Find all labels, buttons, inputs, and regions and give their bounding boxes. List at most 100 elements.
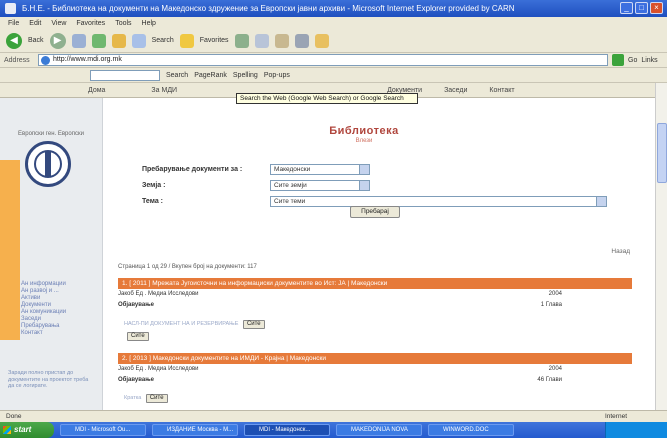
forward-arrow-icon[interactable]: ▶ bbox=[49, 32, 66, 49]
back-link[interactable]: Назад bbox=[611, 248, 630, 255]
status-text: Done bbox=[6, 413, 22, 420]
close-button[interactable]: × bbox=[650, 2, 663, 14]
language-select[interactable]: Македонски bbox=[270, 164, 370, 175]
history-icon[interactable] bbox=[254, 33, 269, 48]
result-year: 2004 bbox=[548, 366, 562, 372]
refresh-icon[interactable] bbox=[91, 33, 106, 48]
search-icon[interactable] bbox=[131, 33, 146, 48]
menu-help[interactable]: Help bbox=[142, 20, 156, 27]
address-url: http://www.mdi.org.mk bbox=[53, 56, 122, 63]
result-title[interactable]: 2. [ 2013 ] Македонски документите на ИМ… bbox=[118, 353, 632, 364]
vertical-scrollbar[interactable] bbox=[655, 83, 667, 410]
ie-icon bbox=[5, 3, 16, 14]
popups-button[interactable]: Pop-ups bbox=[264, 72, 290, 79]
google-toolbar: Search PageRank Spelling Pop-ups bbox=[0, 68, 667, 83]
pagerank-label[interactable]: PageRank bbox=[194, 72, 227, 79]
nav-events[interactable]: Заседи bbox=[444, 87, 467, 94]
taskbar-item[interactable]: MAKEDONIJA NOVA bbox=[336, 424, 422, 436]
taskbar: start MDI - Microsoft Ou... ИЗДАНИЕ Моск… bbox=[0, 422, 667, 438]
result-pages-label: Објавување bbox=[118, 302, 154, 308]
sidebar-item[interactable]: Документи bbox=[14, 302, 66, 309]
favorites-star-icon[interactable] bbox=[179, 33, 194, 48]
result-pages-row: Објавување 1 Глава bbox=[118, 302, 632, 311]
sidebar-item[interactable]: Активи bbox=[14, 295, 66, 302]
country-select[interactable]: Сите земји bbox=[270, 180, 370, 191]
taskbar-item[interactable]: MDI - Македонск... bbox=[244, 424, 330, 436]
result-meta-2: Сите bbox=[124, 332, 149, 341]
google-search-input[interactable] bbox=[90, 69, 160, 81]
sidebar-item[interactable]: Контакт bbox=[14, 330, 66, 337]
address-label: Address bbox=[4, 56, 30, 64]
favorites-label[interactable]: Favorites bbox=[200, 37, 229, 44]
back-label[interactable]: Back bbox=[28, 37, 44, 44]
back-arrow-icon[interactable]: ◀ bbox=[6, 32, 22, 49]
address-bar: Address http://www.mdi.org.mk Go Links bbox=[0, 53, 667, 68]
sidebar-item[interactable]: Ан комуникации bbox=[14, 309, 66, 316]
taskbar-item[interactable]: MDI - Microsoft Ou... bbox=[60, 424, 146, 436]
nav-home[interactable]: Дома bbox=[88, 87, 105, 94]
window-controls: _ □ × bbox=[620, 2, 663, 14]
form-row-language: Пребарување документи за : Македонски bbox=[142, 163, 370, 176]
start-button[interactable]: start bbox=[0, 422, 54, 438]
login-link[interactable]: Влези bbox=[104, 138, 624, 144]
nav-contact[interactable]: Контакт bbox=[489, 87, 514, 94]
google-search-button[interactable]: Search bbox=[166, 72, 188, 79]
result-meta: Кратка Сите bbox=[124, 394, 168, 403]
pager: Страница 1 од 29 / Вкупен број на докуме… bbox=[118, 264, 257, 270]
chevron-down-icon[interactable] bbox=[596, 197, 606, 206]
menu-favorites[interactable]: Favorites bbox=[76, 20, 105, 27]
search-button[interactable]: Пребарај bbox=[350, 206, 400, 218]
nav-about[interactable]: За МДИ bbox=[151, 87, 177, 94]
address-input[interactable]: http://www.mdi.org.mk bbox=[38, 54, 608, 66]
country-label: Земја : bbox=[142, 182, 166, 189]
result-button[interactable]: Сите bbox=[145, 394, 168, 403]
result-pages-row: Објавување 46 Глави bbox=[118, 377, 632, 386]
form-row-country: Земја : Сите земји bbox=[142, 179, 370, 192]
sidebar-login-note: Заради полно пристап до документите на п… bbox=[8, 370, 89, 389]
media-icon[interactable] bbox=[234, 33, 249, 48]
links-label[interactable]: Links bbox=[641, 57, 657, 64]
sidebar-item[interactable]: Заседи bbox=[14, 316, 66, 323]
windows-logo-icon bbox=[3, 426, 11, 434]
result-button[interactable]: Сите bbox=[242, 320, 265, 329]
result-author-row: Јакоб Ед . Медиа Исследови 2004 bbox=[118, 366, 632, 375]
menu-edit[interactable]: Edit bbox=[29, 20, 41, 27]
folder-icon[interactable] bbox=[314, 33, 329, 48]
chevron-down-icon[interactable] bbox=[359, 181, 369, 190]
result-meta: НАСЛ-ПИ ДОКУМЕНТ НА И РЕЗЕРВИРАЊЕ Сите bbox=[124, 320, 265, 329]
topic-select[interactable]: Сите теми bbox=[270, 196, 607, 207]
maximize-button[interactable]: □ bbox=[635, 2, 648, 14]
menu-tools[interactable]: Tools bbox=[115, 20, 131, 27]
sidebar-item[interactable]: Пребарувања bbox=[14, 323, 66, 330]
taskbar-item[interactable]: WINWORD.DOC bbox=[428, 424, 514, 436]
system-tray bbox=[605, 422, 667, 438]
go-label[interactable]: Go bbox=[628, 57, 637, 64]
spelling-button[interactable]: Spelling bbox=[233, 72, 258, 79]
mail-icon[interactable] bbox=[274, 33, 289, 48]
tooltip: Search the Web (Google Web Search) or Go… bbox=[236, 93, 418, 104]
go-arrow-icon[interactable] bbox=[612, 54, 624, 66]
result-year: 2004 bbox=[548, 291, 562, 297]
print-icon[interactable] bbox=[294, 33, 309, 48]
result-pages: 1 Глава bbox=[540, 302, 562, 308]
sidebar-top-text: Европски ген. Европски bbox=[18, 131, 84, 137]
result-author-row: Јакоб Ед . Медиа Исследови 2004 bbox=[118, 291, 632, 300]
result-title[interactable]: 1. [ 2011 ] Мрежата Југоисточни на инфор… bbox=[118, 278, 632, 289]
menu-file[interactable]: File bbox=[8, 20, 19, 27]
sidebar-item[interactable]: Ан информации bbox=[14, 281, 66, 288]
stop-icon[interactable] bbox=[71, 33, 86, 48]
search-label[interactable]: Search bbox=[152, 37, 174, 44]
taskbar-item[interactable]: ИЗДАНИЕ Москва - M... bbox=[152, 424, 238, 436]
scrollbar-thumb[interactable] bbox=[657, 123, 667, 183]
page-title: Библиотека bbox=[329, 125, 399, 137]
main-content: Библиотека Влези Пребарување документи з… bbox=[104, 98, 642, 410]
sidebar-menu: Ан информации Ан развој и ... Активи Док… bbox=[14, 281, 66, 337]
home-icon[interactable] bbox=[111, 33, 126, 48]
menu-view[interactable]: View bbox=[51, 20, 66, 27]
minimize-button[interactable]: _ bbox=[620, 2, 633, 14]
decorative-edge bbox=[0, 160, 20, 340]
chevron-down-icon[interactable] bbox=[359, 165, 369, 174]
sidebar-item[interactable]: Ан развој и ... bbox=[14, 288, 66, 295]
result-button-2[interactable]: Сите bbox=[127, 332, 149, 341]
language-label: Пребарување документи за : bbox=[142, 166, 243, 173]
